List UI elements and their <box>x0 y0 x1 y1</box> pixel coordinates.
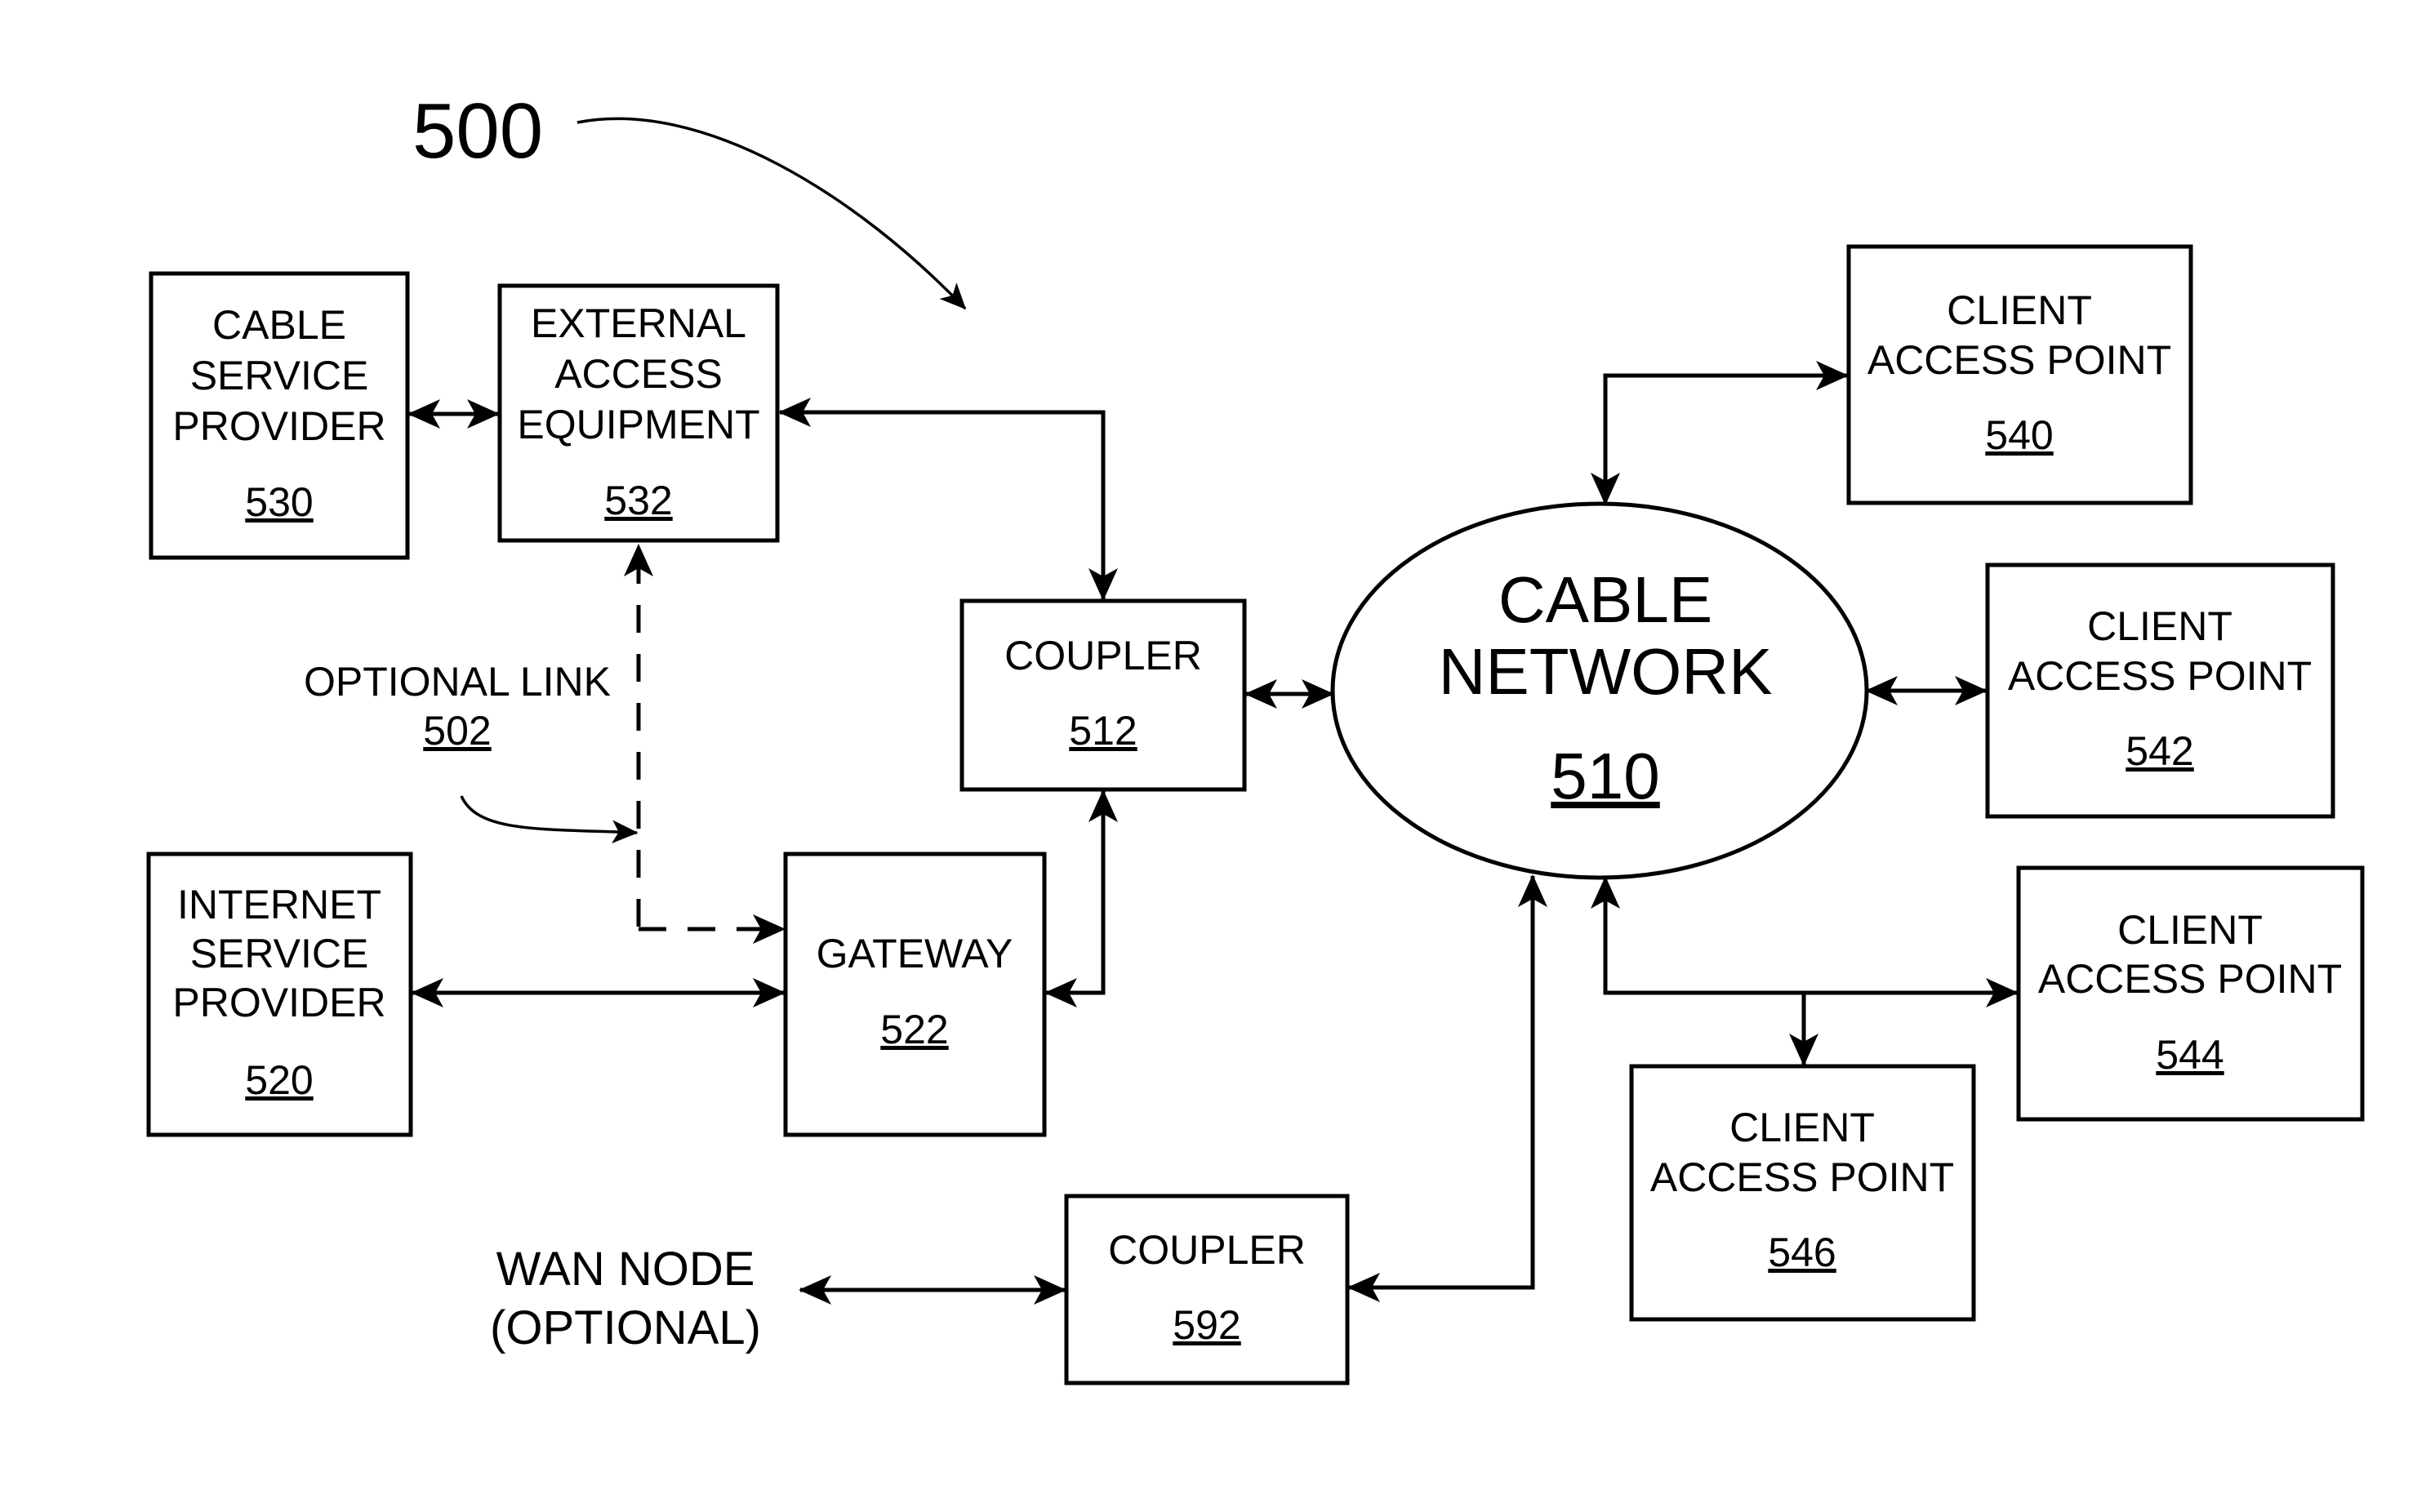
node-label-line: ACCESS POINT <box>1867 337 2171 383</box>
node-label-line: EQUIPMENT <box>517 402 759 447</box>
node-ref-number: 542 <box>2126 728 2193 774</box>
figure-ref-number: 500 <box>412 87 543 175</box>
optional-link-leader <box>460 795 639 844</box>
node-coupler-512: COUPLER 512 <box>959 598 1247 792</box>
node-ref-number: 546 <box>1768 1230 1836 1275</box>
node-coupler-592: COUPLER 592 <box>1064 1194 1350 1385</box>
node-client-544: CLIENT ACCESS POINT 544 <box>2016 865 2365 1122</box>
node-ref-number: 520 <box>245 1057 313 1103</box>
node-ref-number: 540 <box>1985 412 2053 458</box>
node-ref-number: 544 <box>2156 1032 2224 1078</box>
node-label-line: CLIENT <box>1729 1105 1875 1150</box>
node-ref-number: 532 <box>604 478 672 523</box>
link-510-592 <box>1347 874 1547 1302</box>
node-ref-number: 530 <box>245 479 313 525</box>
figure-ref-arrow <box>576 117 967 310</box>
node-label-line: COUPLER <box>1108 1227 1306 1273</box>
node-ref-number: 510 <box>1551 740 1659 812</box>
node-label-line: SERVICE <box>190 931 369 976</box>
optional-link-label: OPTIONAL LINK <box>304 659 611 705</box>
node-client-546: CLIENT ACCESS POINT 546 <box>1629 1064 1976 1322</box>
optional-link-annotation: OPTIONAL LINK 502 <box>304 659 611 754</box>
node-label-line: CLIENT <box>2117 907 2263 953</box>
link-510-544 <box>1591 876 2019 1007</box>
wan-label-line: (OPTIONAL) <box>490 1301 761 1354</box>
node-label-line: CLIENT <box>2087 603 2232 649</box>
link-510-540 <box>1591 361 1849 505</box>
link-522-512 <box>1044 789 1118 1007</box>
node-ref-number: 592 <box>1173 1302 1240 1348</box>
node-label-line: ACCESS <box>554 351 723 397</box>
node-label-line: ACCESS POINT <box>2008 653 2312 699</box>
node-gateway: GATEWAY 522 <box>783 852 1047 1137</box>
node-label-line: GATEWAY <box>817 931 1013 976</box>
wan-label-line: WAN NODE <box>496 1243 755 1296</box>
node-client-542: CLIENT ACCESS POINT 542 <box>1985 563 2335 819</box>
node-wan: WAN NODE (OPTIONAL) <box>490 1243 761 1354</box>
node-label-line: CABLE <box>212 302 346 348</box>
node-ref-number: 512 <box>1069 708 1137 754</box>
node-label-line: EXTERNAL <box>531 300 746 346</box>
optional-link-ref: 502 <box>423 708 491 754</box>
node-cable-service-provider: CABLE SERVICE PROVIDER 530 <box>149 271 410 560</box>
node-label-line: INTERNET <box>177 882 381 927</box>
node-client-540: CLIENT ACCESS POINT 540 <box>1846 244 2193 505</box>
link-532-512 <box>778 398 1118 601</box>
node-label-line: SERVICE <box>190 353 369 398</box>
node-label-line: COUPLER <box>1004 633 1202 678</box>
node-internet-service-provider: INTERNET SERVICE PROVIDER 520 <box>146 852 413 1137</box>
node-label-line: PROVIDER <box>172 980 385 1025</box>
node-label-line: PROVIDER <box>172 403 385 449</box>
node-label-line: ACCESS POINT <box>1650 1154 1954 1200</box>
node-cable-network: CABLE NETWORK 510 <box>1330 501 1869 880</box>
node-label-line: NETWORK <box>1439 635 1773 708</box>
node-label-line: CABLE <box>1498 563 1712 636</box>
node-ref-number: 522 <box>880 1007 948 1052</box>
node-label-line: ACCESS POINT <box>2038 956 2342 1002</box>
node-label-line: CLIENT <box>1947 287 2092 333</box>
network-diagram: 500 CABLE SERVICE PROVIDER 530 EXTERNAL … <box>146 87 2365 1385</box>
node-external-access-equipment: EXTERNAL ACCESS EQUIPMENT 532 <box>497 283 780 543</box>
